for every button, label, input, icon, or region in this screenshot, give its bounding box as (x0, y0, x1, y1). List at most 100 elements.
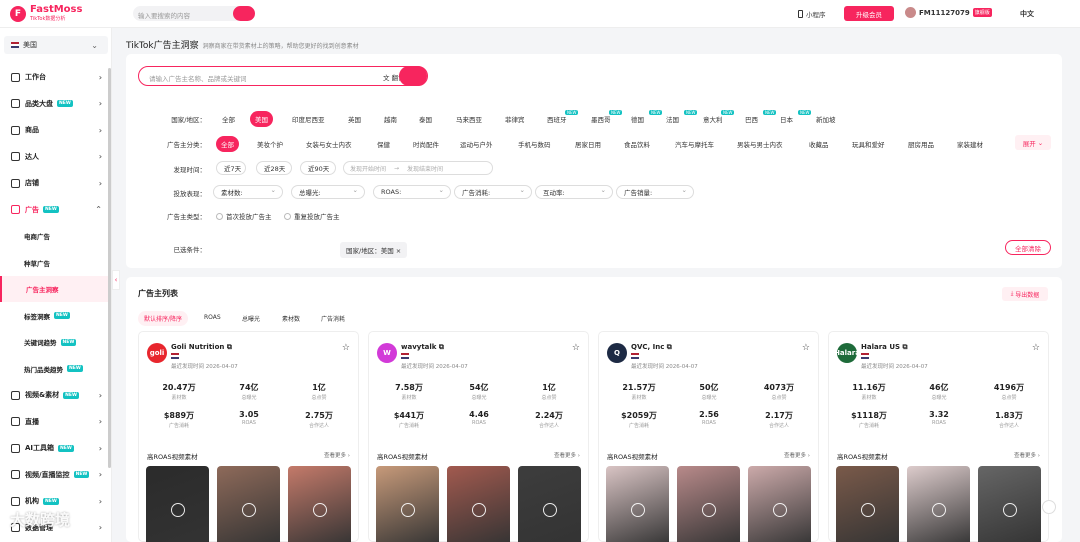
category-option-14[interactable]: 家装建材 (957, 139, 983, 149)
sidebar-item-bottom-0[interactable]: 视频&素材 NEW › (0, 382, 111, 408)
advertiser-card[interactable]: goli Goli Nutrition ⧉ 最近发现时间 2026-04-07 ☆ 20… (138, 331, 359, 542)
advertiser-name[interactable]: Halara US ⧉ (861, 343, 907, 352)
sidebar-collapse-button[interactable]: ‹ (112, 270, 120, 290)
video-thumbnail[interactable] (907, 466, 970, 542)
copy-icon[interactable]: ⧉ (227, 343, 232, 351)
star-icon[interactable]: ☆ (342, 343, 350, 353)
category-option-6[interactable]: 手机与数码 (518, 139, 551, 149)
perf-dropdown-3[interactable]: 广告消耗: (454, 185, 532, 199)
advertiser-card[interactable]: Q QVC, Inc ⧉ 最近发现时间 2026-04-07 ☆ 21.57万 素材数 50… (598, 331, 819, 542)
view-more-link[interactable]: 查看更多 › (1014, 451, 1040, 459)
search-button[interactable] (399, 66, 427, 86)
category-option-3[interactable]: 保健 (377, 139, 390, 149)
perf-dropdown-1[interactable]: 总曝光: (291, 185, 365, 199)
expand-categories-button[interactable]: 展开 ⌄ (1015, 135, 1051, 150)
sort-tab-creatives[interactable]: 素材数 (282, 314, 300, 323)
export-button[interactable]: ⤓ 导出数据 (1002, 287, 1048, 301)
region-option-7[interactable]: 菲律宾 (505, 114, 525, 124)
category-option-2[interactable]: 女装与女士内衣 (306, 139, 352, 149)
time-28d[interactable]: 近28天 (256, 161, 292, 175)
category-option-0[interactable]: 全部 (216, 136, 239, 152)
sidebar-item-bottom-2[interactable]: AI工具箱 NEW › (0, 435, 111, 461)
video-thumbnail[interactable] (146, 466, 209, 542)
perf-dropdown-5[interactable]: 广告销量: (616, 185, 694, 199)
top-search-input[interactable]: 输入要搜索的内容 (133, 6, 255, 21)
category-option-9[interactable]: 汽车与摩托车 (675, 139, 714, 149)
region-option-13[interactable]: 巴西 (745, 114, 758, 124)
video-thumbnail[interactable] (376, 466, 439, 542)
sidebar-item-bottom-1[interactable]: 直播 › (0, 409, 111, 435)
language-select[interactable]: 中文 (1020, 9, 1034, 19)
video-thumbnail[interactable] (447, 466, 510, 542)
video-thumbnail[interactable] (288, 466, 351, 542)
category-option-13[interactable]: 厨房用品 (908, 139, 934, 149)
view-more-link[interactable]: 查看更多 › (784, 451, 810, 459)
view-more-link[interactable]: 查看更多 › (554, 451, 580, 459)
floating-doc-button[interactable] (1042, 500, 1056, 514)
copy-icon[interactable]: ⧉ (667, 343, 672, 351)
sidebar-subitem-5[interactable]: 热门品类趋势 NEW (0, 356, 111, 382)
sidebar-subitem-0[interactable]: 电商广告 (0, 223, 111, 249)
video-thumbnail[interactable] (217, 466, 280, 542)
category-option-8[interactable]: 食品饮料 (624, 139, 650, 149)
perf-dropdown-2[interactable]: ROAS: (373, 185, 451, 199)
star-icon[interactable]: ☆ (1032, 343, 1040, 353)
region-option-11[interactable]: 法国 (666, 114, 679, 124)
view-more-link[interactable]: 查看更多 › (324, 451, 350, 459)
sidebar-item-4[interactable]: 店铺 › (0, 170, 111, 196)
region-option-8[interactable]: 西班牙 (547, 114, 567, 124)
region-option-12[interactable]: 意大利 (703, 114, 723, 124)
region-option-2[interactable]: 印度尼西亚 (292, 114, 325, 124)
sort-tab-spend[interactable]: 广告消耗 (321, 314, 345, 323)
category-option-7[interactable]: 居家日用 (575, 139, 601, 149)
category-option-1[interactable]: 美妆个护 (257, 139, 283, 149)
sidebar-subitem-3[interactable]: 标签洞察 NEW (0, 303, 111, 329)
advertiser-card[interactable]: Halara Halara US ⧉ 最近发现时间 2026-04-07 ☆ 11.16… (828, 331, 1049, 542)
region-option-0[interactable]: 全部 (222, 114, 235, 124)
video-thumbnail[interactable] (836, 466, 899, 542)
clear-all-button[interactable]: 全部清除 (1005, 240, 1051, 255)
sidebar-item-1[interactable]: 品类大盘 NEW › (0, 91, 111, 117)
logo[interactable]: F FastMoss TikTok数据分析 (10, 5, 82, 22)
mini-program-link[interactable]: 小程序 (798, 9, 826, 19)
video-thumbnail[interactable] (978, 466, 1041, 542)
advertiser-name[interactable]: wavytalk ⧉ (401, 343, 444, 352)
region-option-3[interactable]: 英国 (348, 114, 361, 124)
sidebar-item-bottom-3[interactable]: 视频/直播监控 NEW › (0, 462, 111, 488)
user-menu[interactable]: FM11127079 旗舰版 (905, 7, 992, 18)
region-option-15[interactable]: 新加坡 (816, 114, 836, 124)
sidebar-item-5[interactable]: 广告 NEW ⌃ (0, 197, 111, 223)
time-7d[interactable]: 近7天 (216, 161, 246, 175)
sort-tab-impressions[interactable]: 总曝光 (242, 314, 260, 323)
star-icon[interactable]: ☆ (802, 343, 810, 353)
category-option-12[interactable]: 玩具和爱好 (852, 139, 885, 149)
close-icon[interactable]: × (396, 247, 401, 255)
repeat-advertiser-radio[interactable]: 重复投放广告主 (284, 211, 340, 221)
country-select[interactable]: 美国 ⌄ (4, 36, 108, 54)
advertiser-search-input[interactable]: 请输入广告主名称、品牌或关键词 文 翻译 (138, 66, 428, 86)
video-thumbnail[interactable] (518, 466, 581, 542)
sort-tab-default[interactable]: 默认排序/降序 (138, 311, 189, 326)
star-icon[interactable]: ☆ (572, 343, 580, 353)
time-90d[interactable]: 近90天 (300, 161, 336, 175)
copy-icon[interactable]: ⧉ (439, 343, 444, 351)
category-option-10[interactable]: 男装与男士内衣 (737, 139, 783, 149)
sidebar-scrollbar[interactable] (108, 68, 111, 468)
sidebar-subitem-1[interactable]: 种草广告 (0, 250, 111, 276)
video-thumbnail[interactable] (606, 466, 669, 542)
copy-icon[interactable]: ⧉ (902, 343, 907, 351)
region-option-9[interactable]: 墨西哥 (591, 114, 611, 124)
advertiser-name[interactable]: Goli Nutrition ⧉ (171, 343, 232, 352)
sidebar-item-2[interactable]: 商品 › (0, 117, 111, 143)
perf-dropdown-4[interactable]: 互动率: (535, 185, 613, 199)
advertiser-name[interactable]: QVC, Inc ⧉ (631, 343, 672, 352)
top-search-button[interactable] (233, 6, 255, 21)
category-option-4[interactable]: 时尚配件 (413, 139, 439, 149)
region-option-5[interactable]: 泰国 (419, 114, 432, 124)
category-option-11[interactable]: 收藏品 (809, 139, 829, 149)
region-option-10[interactable]: 德国 (631, 114, 644, 124)
region-option-1[interactable]: 美国 (250, 111, 273, 127)
sidebar-subitem-4[interactable]: 关键词趋势 NEW (0, 329, 111, 355)
video-thumbnail[interactable] (677, 466, 740, 542)
sort-tab-roas[interactable]: ROAS (204, 314, 221, 321)
